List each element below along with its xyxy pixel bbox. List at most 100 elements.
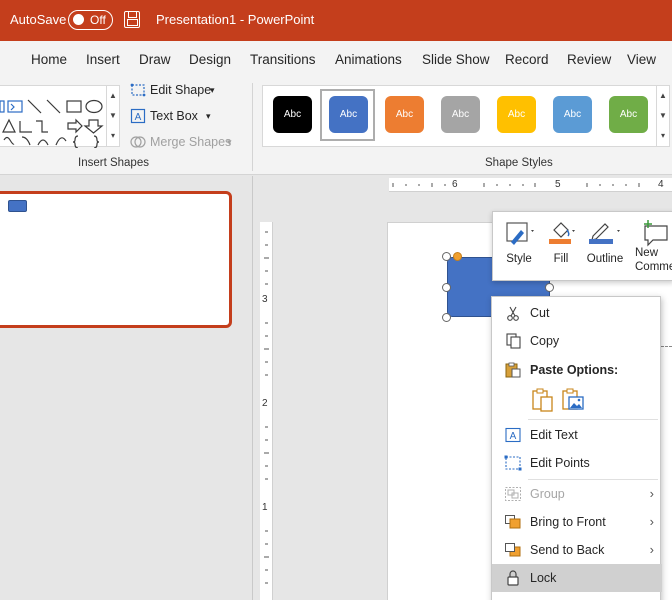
paste-icon: [505, 362, 521, 378]
lock-label: Lock: [530, 571, 557, 585]
group-icon: [505, 487, 521, 501]
autosave-toggle[interactable]: Off: [68, 10, 113, 30]
shape-style-swatch[interactable]: Abc: [273, 96, 312, 133]
fill-label: Fill: [553, 253, 569, 265]
chevron-right-icon: ›: [649, 514, 654, 529]
menu-item-group[interactable]: Group ›: [492, 480, 662, 508]
shapes-gallery[interactable]: [0, 85, 108, 149]
text-box-icon: A: [130, 108, 146, 124]
menu-separator: [528, 419, 658, 420]
insert-shapes-group-label: Insert Shapes: [78, 157, 149, 169]
edit-text-icon: A: [505, 427, 521, 443]
toggle-knob: [73, 14, 84, 25]
tab-transitions[interactable]: Transitions: [250, 52, 316, 67]
paste-options-label: Paste Options:: [530, 363, 619, 377]
ruler-number: 4: [658, 179, 664, 190]
adjust-handle[interactable]: [453, 252, 462, 261]
save-icon[interactable]: [124, 11, 140, 28]
menu-item-send-to-back[interactable]: Send to Back ›: [492, 536, 662, 564]
scroll-down-icon[interactable]: ▼: [657, 106, 669, 126]
tab-design[interactable]: Design: [189, 52, 231, 67]
edit-shape-button[interactable]: Edit Shape ▾: [130, 80, 230, 100]
scroll-down-icon[interactable]: ▼: [107, 106, 119, 126]
pane-separator[interactable]: [252, 176, 253, 600]
tab-animations[interactable]: Animations: [335, 52, 402, 67]
floating-mini-toolbar: Style Fill Outline New Comment: [492, 211, 672, 281]
shape-outline-icon: [589, 223, 620, 244]
tab-review[interactable]: Review: [567, 52, 611, 67]
edit-shape-icon: [130, 83, 146, 97]
merge-shapes-icon: [130, 136, 146, 148]
shapes-gallery-scroll[interactable]: ▲ ▼ ▾: [106, 85, 120, 147]
style-button[interactable]: Style: [497, 212, 541, 282]
ribbon: ▲ ▼ ▾ Edit Shape ▾ A Text Box ▾ Merge Sh…: [0, 75, 672, 175]
shape-style-swatch[interactable]: Abc: [385, 96, 424, 133]
shape-style-swatch[interactable]: Abc: [609, 96, 648, 133]
paste-keep-formatting-icon[interactable]: [530, 387, 556, 413]
edit-points-icon: [504, 455, 522, 471]
chevron-right-icon: ›: [649, 486, 654, 501]
merge-shapes-label: Merge Shapes: [150, 135, 232, 149]
new-comment-label: New Comment: [635, 247, 672, 273]
tab-home[interactable]: Home: [31, 52, 67, 67]
merge-shapes-button[interactable]: Merge Shapes ▾: [130, 132, 240, 152]
copy-icon: [506, 333, 521, 349]
copy-label: Copy: [530, 334, 560, 348]
shape-style-swatch[interactable]: Abc: [329, 96, 368, 133]
resize-handle[interactable]: [545, 283, 554, 292]
shape-styles-scroll[interactable]: ▲ ▼ ▾: [656, 85, 670, 147]
menu-item-cut[interactable]: Cut: [492, 299, 662, 327]
menu-item-bring-to-front[interactable]: Bring to Front ›: [492, 508, 662, 536]
tab-slide-show[interactable]: Slide Show: [422, 52, 490, 67]
group-label: Group: [530, 487, 565, 501]
ruler-ticks: [392, 183, 640, 187]
text-box-button[interactable]: A Text Box ▾: [130, 106, 230, 126]
tab-view[interactable]: View: [627, 52, 656, 67]
ribbon-tabs: Home Insert Draw Design Transitions Anim…: [0, 41, 672, 75]
autosave-label: AutoSave: [10, 12, 67, 27]
gallery-more-icon[interactable]: ▾: [657, 126, 669, 146]
outline-button[interactable]: Outline: [581, 212, 629, 282]
resize-handle[interactable]: [442, 252, 451, 261]
outline-label: Outline: [586, 253, 624, 265]
fill-button[interactable]: Fill: [541, 212, 581, 282]
window-title: Presentation1 - PowerPoint: [156, 12, 315, 27]
bring-to-front-label: Bring to Front: [530, 515, 606, 529]
horizontal-ruler: 6 5 4: [389, 178, 672, 192]
resize-handle[interactable]: [442, 283, 451, 292]
fill-bucket-icon: [549, 222, 575, 244]
tab-record[interactable]: Record: [505, 52, 549, 67]
menu-item-edit-points[interactable]: Edit Points: [492, 449, 662, 477]
send-to-back-icon: [505, 543, 521, 557]
ruler-number: 2: [262, 398, 268, 409]
cut-label: Cut: [530, 306, 550, 320]
tab-insert[interactable]: Insert: [86, 52, 120, 67]
menu-item-edit-text[interactable]: A Edit Text: [492, 421, 662, 449]
scroll-up-icon[interactable]: ▲: [657, 86, 669, 106]
new-comment-button[interactable]: New Comment: [631, 212, 672, 282]
scroll-up-icon[interactable]: ▲: [107, 86, 119, 106]
tab-draw[interactable]: Draw: [139, 52, 171, 67]
menu-item-copy[interactable]: Copy: [492, 327, 662, 355]
new-comment-icon: [644, 220, 668, 247]
shape-style-swatch[interactable]: Abc: [497, 96, 536, 133]
menu-item-paste-options: Paste Options:: [492, 356, 662, 384]
paste-as-picture-icon[interactable]: [560, 387, 586, 413]
shapes-gallery-icons: [0, 99, 104, 149]
lock-icon: [507, 570, 519, 586]
menu-item-lock[interactable]: Lock: [492, 564, 662, 592]
vertical-ruler: 3 2 1: [260, 222, 273, 600]
shape-style-swatch[interactable]: Abc: [553, 96, 592, 133]
shape-style-swatch[interactable]: Abc: [441, 96, 480, 133]
send-to-back-label: Send to Back: [530, 543, 605, 557]
resize-handle[interactable]: [442, 313, 451, 322]
ruler-number: 6: [452, 179, 458, 190]
shape-styles-gallery[interactable]: Abc Abc Abc Abc Abc Abc Abc: [262, 85, 657, 147]
slide-thumbnail[interactable]: [0, 191, 232, 328]
style-label: Style: [506, 253, 532, 265]
svg-text:A: A: [135, 112, 142, 123]
chevron-down-icon: ▾: [227, 137, 232, 147]
gallery-more-icon[interactable]: ▾: [107, 126, 119, 146]
svg-text:A: A: [510, 431, 517, 442]
group-separator: [252, 83, 253, 171]
